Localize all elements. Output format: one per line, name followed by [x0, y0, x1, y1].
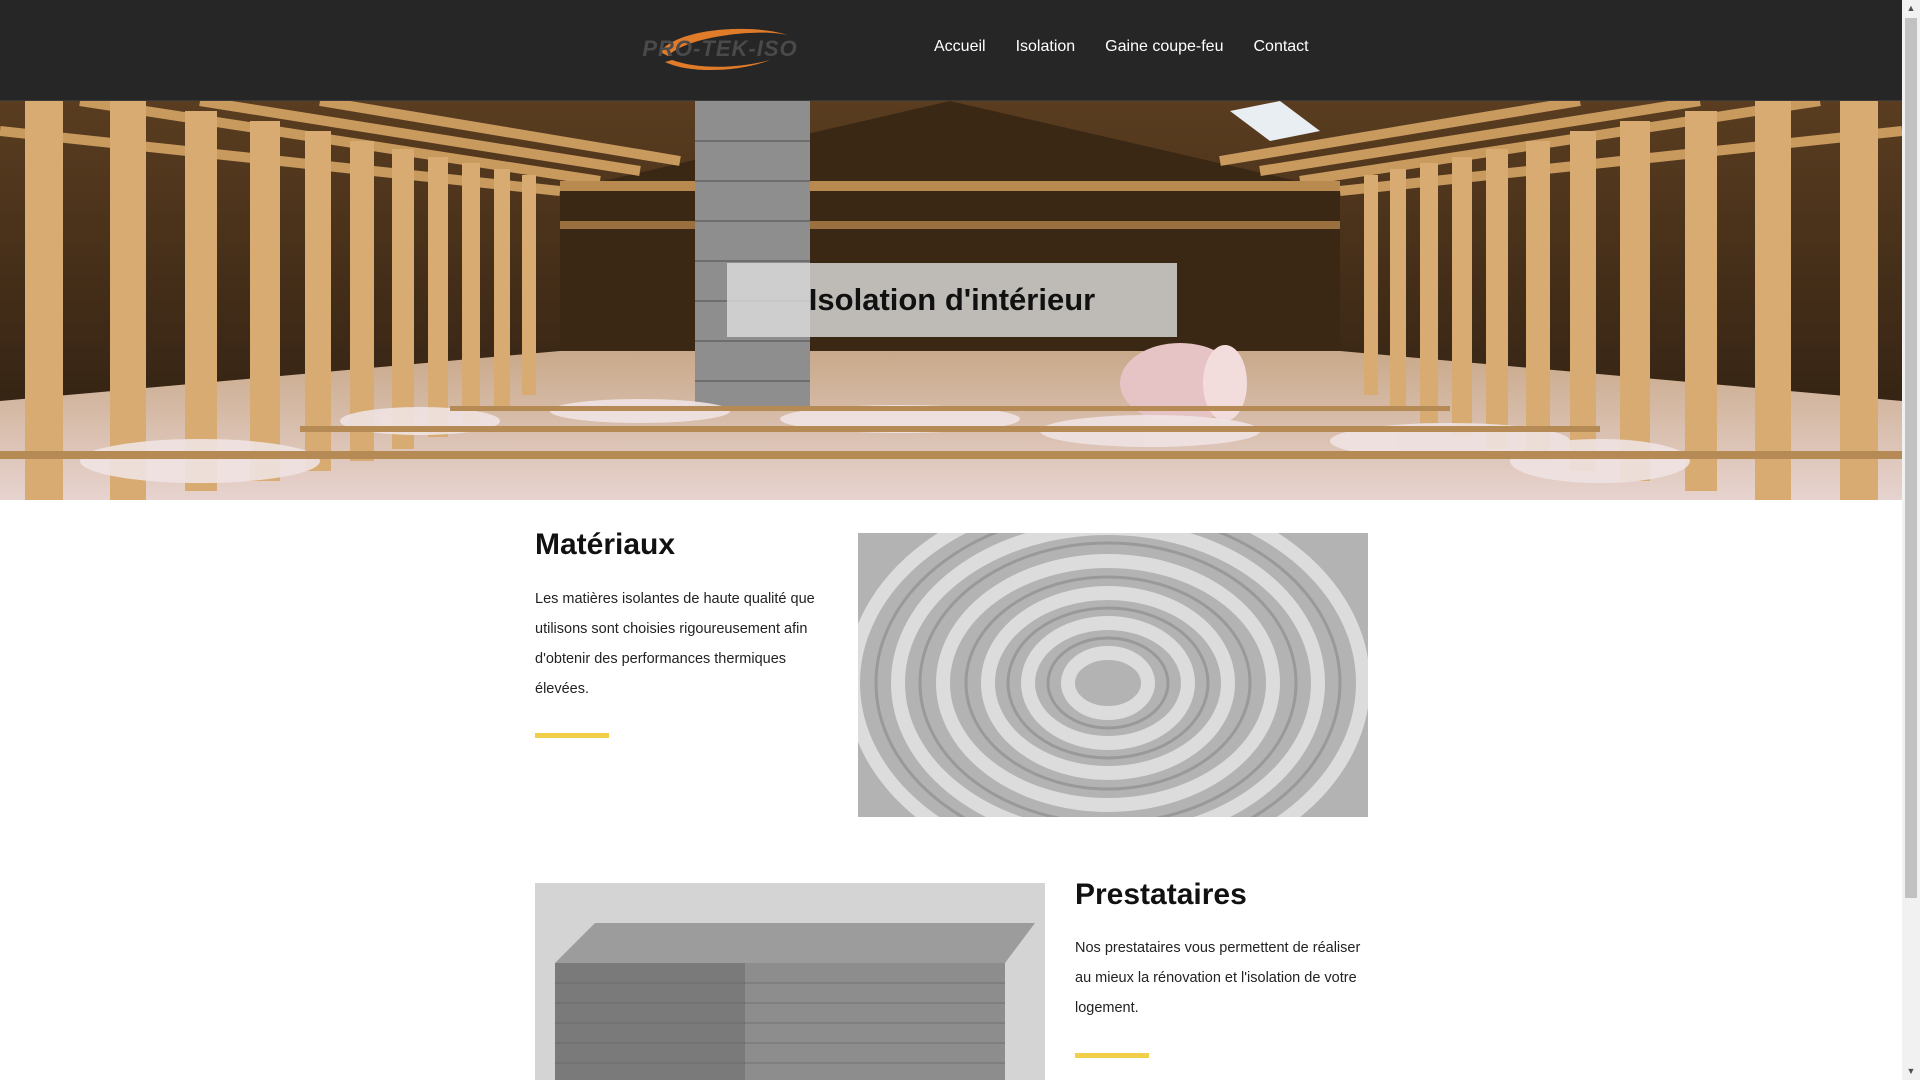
insulation-panel-image: [535, 883, 1045, 1080]
accent-line: [535, 733, 609, 738]
hero-title: Isolation d'intérieur: [808, 282, 1096, 317]
hero-banner: Isolation d'intérieur: [0, 101, 1902, 500]
hero-title-box: Isolation d'intérieur: [727, 263, 1177, 337]
section-text-materiaux: Les matières isolantes de haute qualité …: [535, 591, 815, 697]
nav-accueil[interactable]: Accueil: [934, 38, 986, 56]
main-nav: Accueil Isolation Gaine coupe-feu Contac…: [934, 38, 1339, 56]
nav-contact[interactable]: Contact: [1253, 38, 1308, 56]
scroll-thumb[interactable]: [1905, 18, 1917, 898]
nav-isolation[interactable]: Isolation: [1016, 38, 1076, 56]
insulation-roll-image: [858, 533, 1368, 817]
scroll-up-arrow-icon[interactable]: ▲: [1902, 0, 1920, 17]
page-scrollbar[interactable]: ▲ ▼: [1902, 0, 1920, 1080]
nav-gaine-coupe-feu[interactable]: Gaine coupe-feu: [1105, 38, 1223, 56]
site-logo[interactable]: PRO-TEK-ISO: [620, 22, 820, 76]
section-text-prestataires: Nos prestataires vous permettent de réal…: [1075, 940, 1361, 1016]
logo-text: PRO-TEK-ISO: [642, 36, 798, 61]
site-header: PRO-TEK-ISO Accueil Isolation Gaine coup…: [0, 0, 1902, 101]
section-title-materiaux: Matériaux: [535, 528, 676, 561]
accent-line: [1075, 1053, 1149, 1058]
scroll-down-arrow-icon[interactable]: ▼: [1902, 1063, 1920, 1080]
section-title-prestataires: Prestataires: [1075, 878, 1247, 911]
